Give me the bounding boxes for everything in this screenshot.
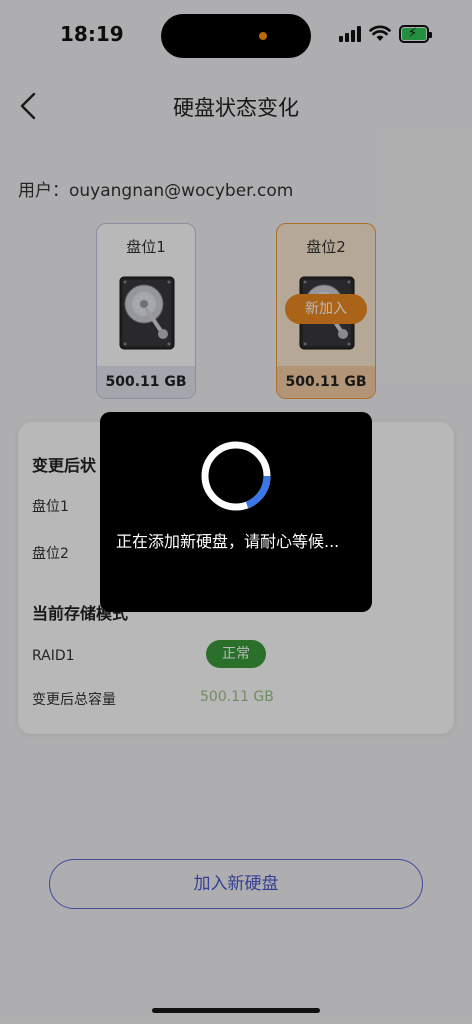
loading-message: 正在添加新硬盘，请耐心等候...	[116, 532, 340, 551]
loading-toast: 正在添加新硬盘，请耐心等候...	[100, 412, 372, 612]
home-indicator	[152, 1008, 320, 1013]
loading-spinner-icon	[201, 441, 271, 511]
